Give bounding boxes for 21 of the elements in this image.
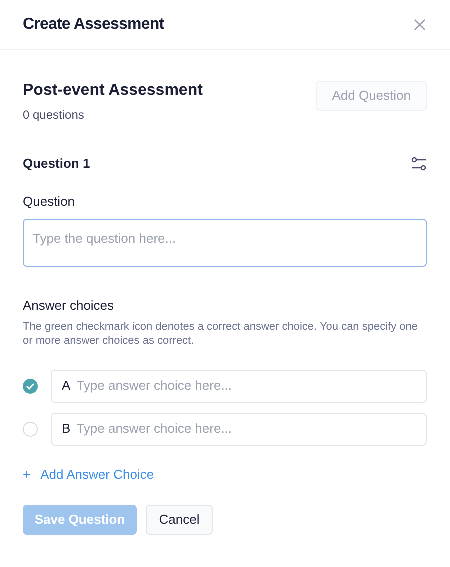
answer-input[interactable]: Type answer choice here... xyxy=(76,419,416,439)
sliders-icon[interactable] xyxy=(411,156,427,171)
cancel-button[interactable]: Cancel xyxy=(146,505,213,535)
answer-choices-description: The green checkmark icon denotes a correct answer choice. You can specify one or more answer choices as correct. xyxy=(23,320,420,348)
close-icon xyxy=(414,18,426,30)
close-button[interactable] xyxy=(413,18,427,32)
answer-input[interactable]: Type answer choice here... xyxy=(76,376,416,396)
question-label: Question xyxy=(23,192,76,210)
answer-choice-field[interactable]: B Type answer choice here... xyxy=(51,412,427,446)
question-count: 0 questions xyxy=(23,107,86,124)
choice-letter: A xyxy=(62,377,71,396)
question-field[interactable]: Type the question here... xyxy=(23,219,427,267)
answer-choice-field[interactable]: A Type answer choice here... xyxy=(51,370,427,402)
question-heading: Question 1 xyxy=(23,155,90,173)
correct-answer-toggle[interactable] xyxy=(23,378,38,394)
checkmark-icon xyxy=(26,382,35,390)
answer-choices-label: Answer choices xyxy=(23,297,116,315)
choice-letter: B xyxy=(62,420,71,438)
dialog-title: Create Assessment xyxy=(23,14,164,34)
assessment-title: Post-event Assessment xyxy=(23,81,203,101)
correct-answer-toggle[interactable] xyxy=(23,422,38,436)
